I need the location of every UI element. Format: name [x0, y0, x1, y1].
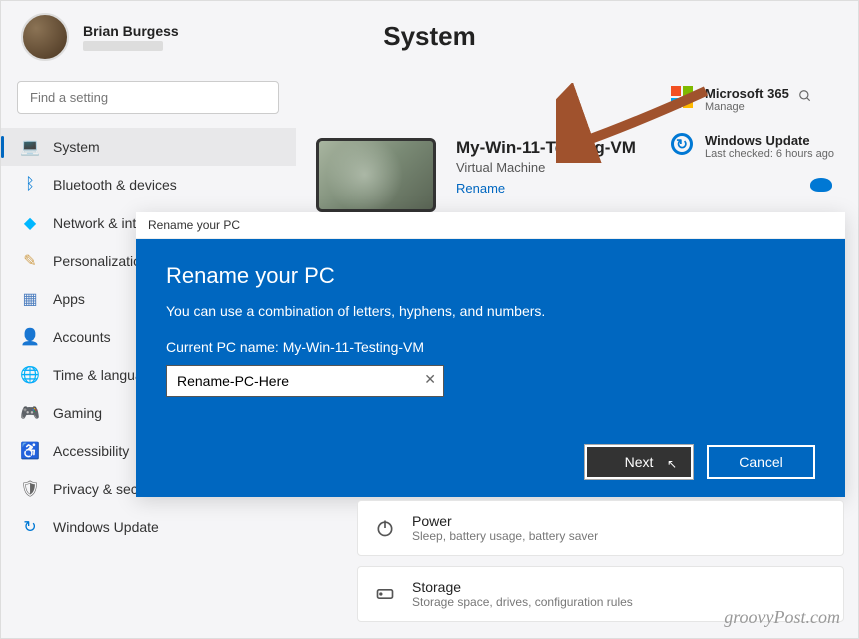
- next-button-label: Next: [625, 454, 654, 470]
- windows-update-card[interactable]: Windows Update Last checked: 6 hours ago: [671, 133, 846, 160]
- storage-sub: Storage space, drives, configuration rul…: [412, 595, 633, 609]
- nav-icon: ✎: [21, 252, 39, 270]
- page-title: System: [383, 21, 476, 52]
- nav-label: Accessibility: [53, 443, 129, 459]
- nav-icon: ▦: [21, 290, 39, 308]
- nav-icon: ♿: [21, 442, 39, 460]
- next-button[interactable]: Next ↖: [585, 445, 693, 479]
- wu-sub: Last checked: 6 hours ago: [705, 148, 834, 160]
- nav-icon: ↻: [21, 518, 39, 536]
- sidebar-item-windows-update[interactable]: ↻ Windows Update: [1, 508, 296, 546]
- ms365-title: Microsoft 365: [705, 86, 789, 101]
- nav-icon: 🛡: [21, 480, 39, 498]
- power-setting-row[interactable]: Power Sleep, battery usage, battery save…: [357, 500, 844, 556]
- nav-icon: ᛒ: [21, 176, 39, 194]
- nav-icon: 👤: [21, 328, 39, 346]
- watermark: groovyPost.com: [724, 607, 840, 628]
- search-input[interactable]: [17, 81, 279, 114]
- nav-icon: ◆: [21, 214, 39, 232]
- power-sub: Sleep, battery usage, battery saver: [412, 529, 598, 543]
- ms365-sub: Manage: [705, 101, 789, 113]
- nav-icon: 🎮: [21, 404, 39, 422]
- user-name: Brian Burgess: [83, 23, 179, 39]
- avatar[interactable]: [21, 13, 69, 61]
- power-title: Power: [412, 513, 598, 529]
- sidebar-item-bluetooth-devices[interactable]: ᛒ Bluetooth & devices: [1, 166, 296, 204]
- device-thumbnail[interactable]: [316, 138, 436, 212]
- nav-icon: 🌐: [21, 366, 39, 384]
- storage-icon: [374, 583, 396, 605]
- nav-label: Personalization: [53, 253, 149, 269]
- rename-link[interactable]: Rename: [456, 181, 838, 196]
- nav-label: System: [53, 139, 100, 155]
- nav-label: Bluetooth & devices: [53, 177, 177, 193]
- onedrive-icon[interactable]: [810, 178, 832, 192]
- sidebar-item-system[interactable]: 💻 System: [1, 128, 296, 166]
- cursor-icon: ↖: [667, 457, 677, 471]
- nav-label: Windows Update: [53, 519, 159, 535]
- microsoft-365-card[interactable]: Microsoft 365 Manage: [671, 86, 846, 113]
- power-icon: [374, 517, 396, 539]
- dialog-heading: Rename your PC: [166, 263, 815, 289]
- sync-icon: [671, 133, 693, 155]
- dialog-subtitle: You can use a combination of letters, hy…: [166, 303, 815, 319]
- nav-label: Gaming: [53, 405, 102, 421]
- pc-name-input[interactable]: [166, 365, 444, 397]
- nav-label: Apps: [53, 291, 85, 307]
- cancel-button[interactable]: Cancel: [707, 445, 815, 479]
- nav-icon: 💻: [21, 138, 39, 156]
- storage-title: Storage: [412, 579, 633, 595]
- microsoft-logo-icon: [671, 86, 695, 108]
- nav-label: Accounts: [53, 329, 111, 345]
- clear-input-icon[interactable]: ✕: [424, 371, 436, 388]
- dialog-current-name: Current PC name: My-Win-11-Testing-VM: [166, 339, 815, 355]
- dialog-titlebar: Rename your PC: [136, 212, 845, 239]
- wu-title: Windows Update: [705, 133, 834, 148]
- user-email-placeholder: [83, 41, 163, 51]
- rename-dialog: Rename your PC Rename your PC You can us…: [136, 212, 845, 497]
